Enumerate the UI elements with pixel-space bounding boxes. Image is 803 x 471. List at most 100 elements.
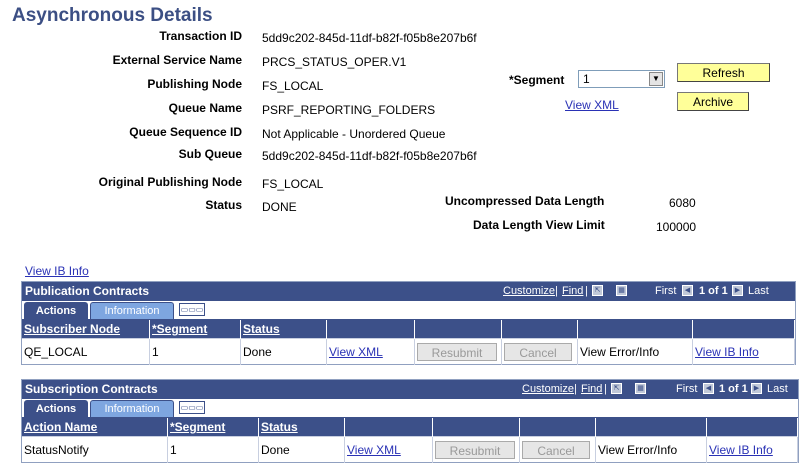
- tab-actions[interactable]: Actions: [24, 400, 88, 417]
- column-header-empty: [519, 418, 596, 437]
- column-header-segment[interactable]: *Segment: [149, 320, 241, 339]
- segment-select[interactable]: 1 ▼: [578, 70, 665, 88]
- tab-information[interactable]: Information: [90, 302, 174, 319]
- view-all-icon[interactable]: ⇱: [611, 382, 622, 394]
- column-header-segment[interactable]: *Segment: [167, 418, 259, 437]
- column-header-empty: [595, 418, 707, 437]
- view-ib-info-link[interactable]: View IB Info: [695, 345, 759, 359]
- transaction-id-label: Transaction ID: [159, 29, 242, 43]
- publication-contracts-grid: Publication Contracts Customize | Find |…: [21, 281, 796, 365]
- status-cell: Done: [240, 338, 327, 365]
- publishing-node-value: FS_LOCAL: [262, 79, 324, 93]
- chevron-down-icon[interactable]: ▼: [649, 72, 663, 86]
- row-count: 1 of 1: [719, 383, 748, 395]
- column-header-empty: [692, 320, 795, 339]
- resubmit-button[interactable]: Resubmit: [435, 441, 515, 459]
- tab-actions[interactable]: Actions: [24, 302, 88, 319]
- nav-separator: |: [555, 285, 558, 297]
- view-xml-link[interactable]: View XML: [329, 345, 383, 359]
- sub-queue-value: 5dd9c202-845d-11df-b82f-f05b8e207b6f: [262, 149, 477, 163]
- first-label: First: [676, 383, 698, 395]
- first-label: First: [655, 285, 677, 297]
- download-icon[interactable]: ▦: [635, 382, 646, 394]
- view-ib-info-link[interactable]: View IB Info: [25, 264, 89, 278]
- cancel-button[interactable]: Cancel: [522, 441, 590, 459]
- column-header-empty: [326, 320, 415, 339]
- column-header-empty: [577, 320, 693, 339]
- prev-icon[interactable]: ◀: [682, 284, 693, 296]
- queue-name-label: Queue Name: [168, 101, 242, 115]
- resubmit-button[interactable]: Resubmit: [417, 343, 497, 361]
- customize-link[interactable]: Customize: [503, 285, 555, 297]
- table-header-row: Subscriber Node *Segment Status: [22, 320, 795, 339]
- column-header-empty: [706, 418, 798, 437]
- next-icon[interactable]: ▶: [751, 382, 762, 394]
- row-count: 1 of 1: [699, 285, 728, 297]
- view-xml-link[interactable]: View XML: [565, 98, 619, 112]
- publication-grid-header: Publication Contracts Customize | Find |…: [22, 282, 795, 301]
- external-service-name-value: PRCS_STATUS_OPER.V1: [262, 55, 407, 69]
- show-all-columns-icon[interactable]: ▭▭▭: [179, 401, 205, 414]
- show-all-columns-icon[interactable]: ▭▭▭: [179, 303, 205, 316]
- last-label: Last: [767, 383, 788, 395]
- refresh-button[interactable]: Refresh: [677, 63, 770, 82]
- column-header-status[interactable]: Status: [240, 320, 327, 339]
- column-header-subscriber-node[interactable]: Subscriber Node: [22, 320, 150, 339]
- publication-grid-title: Publication Contracts: [25, 284, 150, 298]
- nav-separator: |: [574, 383, 577, 395]
- queue-sequence-id-label: Queue Sequence ID: [129, 125, 242, 139]
- cancel-button[interactable]: Cancel: [504, 343, 572, 361]
- nav-separator: |: [604, 383, 607, 395]
- find-link[interactable]: Find: [562, 285, 583, 297]
- column-header-empty: [501, 320, 578, 339]
- archive-button[interactable]: Archive: [677, 92, 749, 111]
- table-header-row: Action Name *Segment Status: [22, 418, 798, 437]
- publication-table: Subscriber Node *Segment Status QE_LOCAL…: [22, 320, 795, 365]
- publishing-node-label: Publishing Node: [147, 77, 242, 91]
- sub-queue-label: Sub Queue: [178, 147, 242, 161]
- subscriber-node-cell: QE_LOCAL: [22, 338, 150, 365]
- uncompressed-data-length-value: 6080: [669, 196, 696, 210]
- original-publishing-node-value: FS_LOCAL: [262, 177, 324, 191]
- segment-label: *Segment: [509, 73, 565, 87]
- view-all-icon[interactable]: ⇱: [592, 284, 603, 296]
- queue-name-value: PSRF_REPORTING_FOLDERS: [262, 103, 436, 117]
- data-length-view-limit-value: 100000: [656, 220, 697, 234]
- subscription-grid-title: Subscription Contracts: [25, 382, 158, 396]
- tab-information[interactable]: Information: [90, 400, 174, 417]
- segment-cell: 1: [167, 436, 259, 463]
- column-header-empty: [432, 418, 520, 437]
- original-publishing-node-label: Original Publishing Node: [98, 175, 242, 189]
- subscription-grid-header: Subscription Contracts Customize | Find …: [22, 380, 798, 399]
- publication-tabs: Actions Information ▭▭▭: [22, 301, 795, 320]
- subscription-table: Action Name *Segment Status StatusNotify…: [22, 418, 798, 463]
- column-header-action-name[interactable]: Action Name: [22, 418, 168, 437]
- view-ib-info-link[interactable]: View IB Info: [709, 443, 773, 457]
- segment-cell: 1: [149, 338, 241, 365]
- subscription-contracts-grid: Subscription Contracts Customize | Find …: [21, 379, 799, 463]
- status-cell: Done: [258, 436, 345, 463]
- table-row: QE_LOCAL 1 Done View XML Resubmit Cancel…: [22, 338, 795, 365]
- nav-separator: |: [585, 285, 588, 297]
- data-length-view-limit-label: Data Length View Limit: [473, 218, 605, 232]
- next-icon[interactable]: ▶: [732, 284, 743, 296]
- view-error-info-text: View Error/Info: [595, 436, 707, 463]
- table-row: StatusNotify 1 Done View XML Resubmit Ca…: [22, 436, 798, 463]
- column-header-status[interactable]: Status: [258, 418, 345, 437]
- column-header-empty: [344, 418, 433, 437]
- segment-select-value: 1: [583, 72, 590, 86]
- view-xml-link[interactable]: View XML: [347, 443, 401, 457]
- uncompressed-data-length-label: Uncompressed Data Length: [445, 194, 605, 208]
- action-name-cell: StatusNotify: [22, 436, 168, 463]
- find-link[interactable]: Find: [581, 383, 602, 395]
- column-header-empty: [414, 320, 502, 339]
- download-icon[interactable]: ▦: [616, 284, 627, 296]
- customize-link[interactable]: Customize: [522, 383, 574, 395]
- status-label: Status: [205, 198, 242, 212]
- transaction-id-value: 5dd9c202-845d-11df-b82f-f05b8e207b6f: [262, 31, 477, 45]
- prev-icon[interactable]: ◀: [703, 382, 714, 394]
- view-error-info-text: View Error/Info: [577, 338, 693, 365]
- subscription-tabs: Actions Information ▭▭▭: [22, 399, 798, 418]
- external-service-name-label: External Service Name: [112, 53, 242, 67]
- queue-sequence-id-value: Not Applicable - Unordered Queue: [262, 127, 446, 141]
